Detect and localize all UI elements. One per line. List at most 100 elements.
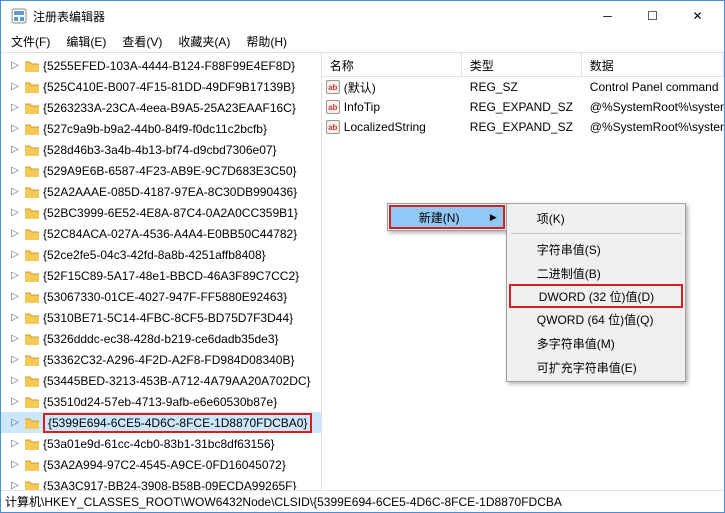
tree-item-label: {52A2AAAE-085D-4187-97EA-8C30DB990436} <box>43 185 297 199</box>
context-item-expandstring[interactable]: 可扩充字符串值(E) <box>509 355 683 379</box>
folder-icon <box>24 206 40 220</box>
values-panel: 名称 类型 数据 ab(默认)REG_SZControl Panel comma… <box>322 53 724 490</box>
expand-caret-icon[interactable]: ▷ <box>9 81 21 92</box>
tree-item[interactable]: ▷{52C84ACA-027A-4536-A4A4-E0BB50C44782} <box>1 223 321 244</box>
expand-caret-icon[interactable]: ▷ <box>9 459 21 470</box>
window-title: 注册表编辑器 <box>33 8 585 25</box>
context-item-binary[interactable]: 二进制值(B) <box>509 261 683 285</box>
menu-help[interactable]: 帮助(H) <box>238 31 295 52</box>
context-item-key[interactable]: 项(K) <box>509 206 683 230</box>
value-row[interactable]: ab(默认)REG_SZControl Panel command <box>322 77 724 97</box>
expand-caret-icon[interactable]: ▷ <box>9 102 21 113</box>
menu-favorites[interactable]: 收藏夹(A) <box>170 31 238 52</box>
context-item-new[interactable]: 新建(N) ▶ <box>389 205 505 229</box>
context-item-dword[interactable]: DWORD (32 位)值(D) <box>509 284 683 308</box>
folder-icon <box>24 332 40 346</box>
context-item-string[interactable]: 字符串值(S) <box>509 237 683 261</box>
expand-caret-icon[interactable]: ▷ <box>9 480 21 490</box>
menu-view[interactable]: 查看(V) <box>114 31 170 52</box>
value-type: REG_EXPAND_SZ <box>462 120 582 134</box>
expand-caret-icon[interactable]: ▷ <box>9 228 21 239</box>
header-name[interactable]: 名称 <box>322 53 462 76</box>
string-value-icon: ab <box>326 80 340 94</box>
folder-icon <box>24 164 40 178</box>
tree-item[interactable]: ▷{5263233A-23CA-4eea-B9A5-25A23EAAF16C} <box>1 97 321 118</box>
folder-icon <box>24 374 40 388</box>
tree-item[interactable]: ▷{525C410E-B007-4F15-81DD-49DF9B17139B} <box>1 76 321 97</box>
maximize-button[interactable]: ☐ <box>630 1 675 31</box>
tree-item[interactable]: ▷{527c9a9b-b9a2-44b0-84f9-f0dc11c2bcfb} <box>1 118 321 139</box>
tree-item-label: {53a01e9d-61cc-4cb0-83b1-31bc8df63156} <box>43 437 275 451</box>
tree-item[interactable]: ▷ {529A9E6B-6587-4F23-AB9E-9C7D683E3C50} <box>1 160 321 181</box>
header-type[interactable]: 类型 <box>462 53 582 76</box>
tree-item[interactable]: ▷ {52ce2fe5-04c3-42fd-8a8b-4251affb8408} <box>1 244 321 265</box>
folder-icon <box>24 101 40 115</box>
close-button[interactable]: ✕ <box>675 1 720 31</box>
tree-item[interactable]: ▷{5310BE71-5C14-4FBC-8CF5-BD75D7F3D44} <box>1 307 321 328</box>
tree-item-label: {5255EFED-103A-4444-B124-F88F99E4EF8D} <box>43 59 295 73</box>
submenu-arrow-icon: ▶ <box>490 212 497 223</box>
expand-caret-icon[interactable]: ▷ <box>9 354 21 365</box>
expand-caret-icon[interactable]: ▷ <box>9 396 21 407</box>
tree-item[interactable]: ▷ {53067330-01CE-4027-947F-FF5880E92463} <box>1 286 321 307</box>
tree-item[interactable]: ▷{53A2A994-97C2-4545-A9CE-0FD16045072} <box>1 454 321 475</box>
menu-separator <box>511 233 681 234</box>
expand-caret-icon[interactable]: ▷ <box>9 60 21 71</box>
tree-item[interactable]: ▷{53362C32-A296-4F2D-A2F8-FD984D08340B} <box>1 349 321 370</box>
tree-item-label: {53067330-01CE-4027-947F-FF5880E92463} <box>43 290 287 304</box>
context-item-new-label: 新建(N) <box>419 209 460 226</box>
minimize-button[interactable]: ─ <box>585 1 630 31</box>
tree-item-label: {52BC3999-6E52-4E8A-87C4-0A2A0CC359B1} <box>43 206 298 220</box>
tree-item-label: {52ce2fe5-04c3-42fd-8a8b-4251affb8408} <box>43 248 266 262</box>
menu-file[interactable]: 文件(F) <box>3 31 58 52</box>
tree-item[interactable]: ▷ {5255EFED-103A-4444-B124-F88F99E4EF8D} <box>1 55 321 76</box>
value-name: InfoTip <box>344 100 380 114</box>
tree-item[interactable]: ▷ {53a01e9d-61cc-4cb0-83b1-31bc8df63156} <box>1 433 321 454</box>
folder-icon <box>24 458 40 472</box>
expand-caret-icon[interactable]: ▷ <box>9 270 21 281</box>
folder-icon <box>24 311 40 325</box>
tree-item[interactable]: ▷{53510d24-57eb-4713-9afb-e6e60530b87e} <box>1 391 321 412</box>
value-data: @%SystemRoot%\syster <box>582 120 724 134</box>
value-row[interactable]: ab LocalizedString REG_EXPAND_SZ@%SystemRo… <box>322 117 724 137</box>
tree-item[interactable]: ▷{5326dddc-ec38-428d-b219-ce6dadb35de3} <box>1 328 321 349</box>
tree-item[interactable]: ▷ {5399E694-6CE5-4D6C-8FCE-1D8870FDCBA0} <box>1 412 321 433</box>
string-value-icon: ab <box>326 120 340 134</box>
expand-caret-icon[interactable]: ▷ <box>9 333 21 344</box>
tree-item[interactable]: ▷{53445BED-3213-453B-A712-4A79AA20A702DC… <box>1 370 321 391</box>
tree-item[interactable]: ▷ {52BC3999-6E52-4E8A-87C4-0A2A0CC359B1} <box>1 202 321 223</box>
status-path: 计算机\HKEY_CLASSES_ROOT\WOW6432Node\CLSID\… <box>5 493 562 510</box>
folder-icon <box>24 479 40 491</box>
tree-panel[interactable]: ▷{5255EFED-103A-4444-B124-F88F99E4EF8D}▷… <box>1 53 322 490</box>
expand-caret-icon[interactable]: ▷ <box>9 417 21 428</box>
menu-edit[interactable]: 编辑(E) <box>58 31 114 52</box>
tree-item-label: {5399E694-6CE5-4D6C-8FCE-1D8870FDCBA0} <box>43 413 312 433</box>
expand-caret-icon[interactable]: ▷ <box>9 123 21 134</box>
context-menu-new-submenu: 项(K) 字符串值(S) 二进制值(B) DWORD (32 位)值(D) QW… <box>506 203 686 382</box>
context-item-qword[interactable]: QWORD (64 位)值(Q) <box>509 307 683 331</box>
expand-caret-icon[interactable]: ▷ <box>9 312 21 323</box>
folder-icon <box>24 143 40 157</box>
tree-item[interactable]: ▷{52F15C89-5A17-48e1-BBCD-46A3F89C7CC2} <box>1 265 321 286</box>
tree-item[interactable]: ▷ {52A2AAAE-085D-4187-97EA-8C30DB990436} <box>1 181 321 202</box>
expand-caret-icon[interactable]: ▷ <box>9 144 21 155</box>
folder-icon <box>24 122 40 136</box>
context-item-multistring[interactable]: 多字符串值(M) <box>509 331 683 355</box>
value-row[interactable]: abInfoTipREG_EXPAND_SZ@%SystemRoot%\syst… <box>322 97 724 117</box>
tree-item[interactable]: ▷{53A3C917-BB24-3908-B58B-09ECDA99265F} <box>1 475 321 490</box>
expand-caret-icon[interactable]: ▷ <box>9 249 21 260</box>
expand-caret-icon[interactable]: ▷ <box>9 207 21 218</box>
expand-caret-icon[interactable]: ▷ <box>9 165 21 176</box>
string-value-icon: ab <box>326 100 340 114</box>
tree-item-label: {529A9E6B-6587-4F23-AB9E-9C7D683E3C50} <box>43 164 297 178</box>
tree-item[interactable]: ▷{528d46b3-3a4b-4b13-bf74-d9cbd7306e07} <box>1 139 321 160</box>
header-data[interactable]: 数据 <box>582 53 724 76</box>
expand-caret-icon[interactable]: ▷ <box>9 438 21 449</box>
value-data: Control Panel command <box>582 80 724 94</box>
value-name: LocalizedString <box>344 120 426 134</box>
expand-caret-icon[interactable]: ▷ <box>9 375 21 386</box>
expand-caret-icon[interactable]: ▷ <box>9 186 21 197</box>
expand-caret-icon[interactable]: ▷ <box>9 291 21 302</box>
folder-icon <box>24 437 40 451</box>
value-type: REG_SZ <box>462 80 582 94</box>
